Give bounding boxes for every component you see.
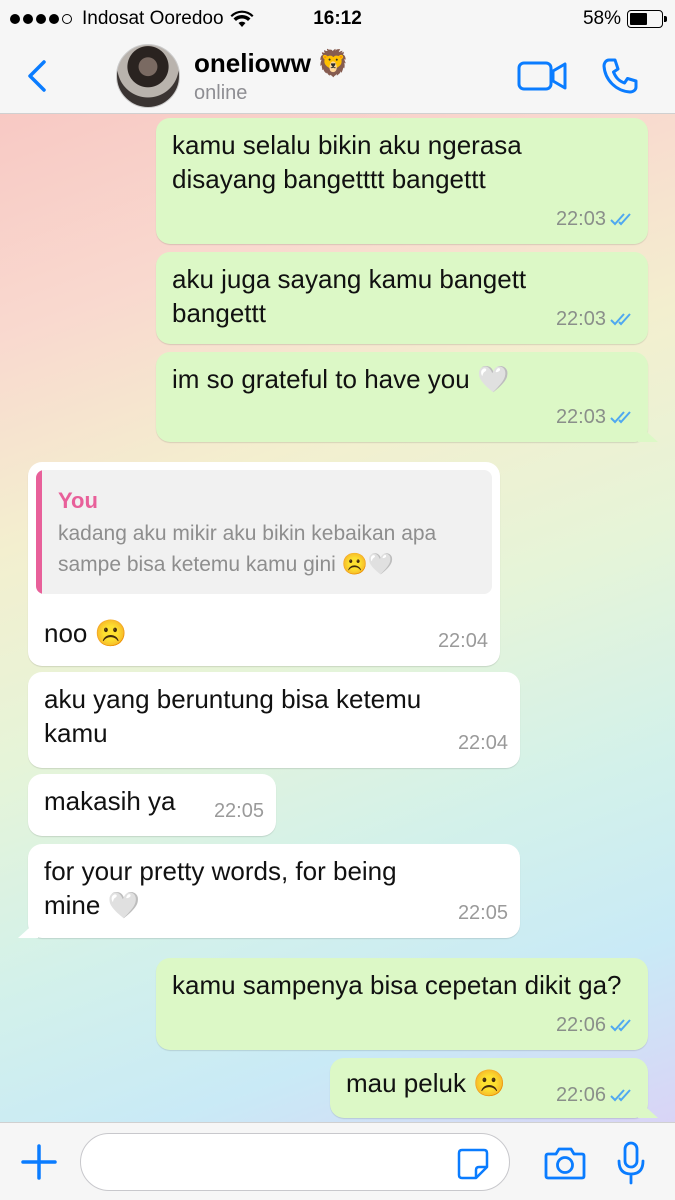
read-ticks-icon <box>610 1089 631 1102</box>
message-bubble-incoming[interactable]: makasih ya 22:05 <box>28 774 276 836</box>
message-bubble-outgoing[interactable]: aku juga sayang kamu bangett bangettt 22… <box>156 252 648 344</box>
message-bubble-outgoing[interactable]: kamu selalu bikin aku ngerasa disayang b… <box>156 118 648 244</box>
chat-header: onelioww 🦁 online <box>0 38 675 114</box>
microphone-icon[interactable] <box>616 1141 646 1185</box>
quote-author: You <box>58 488 98 513</box>
camera-icon[interactable] <box>544 1145 586 1181</box>
chat-area[interactable]: kamu selalu bikin aku ngerasa disayang b… <box>0 114 675 1122</box>
message-text: im so grateful to have you 🤍 <box>172 362 634 396</box>
message-meta: 22:03 <box>556 202 636 236</box>
status-bar: Indosat Ooredoo 16:12 58% <box>0 0 675 38</box>
message-bubble-incoming[interactable]: aku yang beruntung bisa ketemu kamu 22:0… <box>28 672 520 768</box>
quoted-reply[interactable]: You kadang aku mikir aku bikin kebaikan … <box>36 470 492 594</box>
contact-status: online <box>194 82 248 104</box>
read-ticks-icon <box>610 1019 631 1032</box>
message-bubble-incoming[interactable]: You kadang aku mikir aku bikin kebaikan … <box>28 462 500 666</box>
phone-call-icon[interactable] <box>600 56 640 96</box>
battery-percent: 58% <box>582 8 621 29</box>
message-time: 22:03 <box>555 406 606 428</box>
message-meta: 22:04 <box>458 726 508 760</box>
back-icon[interactable] <box>20 56 56 96</box>
message-time: 22:03 <box>555 208 606 230</box>
message-text: kamu sampenya bisa cepetan dikit ga? <box>172 970 622 1000</box>
quote-accent-bar <box>36 470 42 594</box>
message-time: 22:06 <box>555 1014 606 1036</box>
message-time: 22:03 <box>555 308 606 330</box>
message-text: for your pretty words, for being mine 🤍 <box>44 856 397 920</box>
message-text: aku yang beruntung bisa ketemu kamu <box>44 684 422 748</box>
message-bubble-incoming[interactable]: for your pretty words, for being mine 🤍 … <box>28 844 520 938</box>
message-meta: 22:05 <box>458 896 508 930</box>
contact-name-text: onelioww <box>194 48 311 78</box>
avatar[interactable] <box>116 44 180 108</box>
message-bubble-outgoing[interactable]: im so grateful to have you 🤍 22:03 <box>156 352 648 442</box>
message-time: 22:05 <box>457 902 508 924</box>
message-meta: 22:03 <box>556 302 636 336</box>
read-ticks-icon <box>610 213 631 226</box>
video-call-icon[interactable] <box>516 58 568 94</box>
composer-bar <box>0 1122 675 1200</box>
message-meta: 22:06 <box>556 1078 636 1112</box>
quote-text: kadang aku mikir aku bikin kebaikan apa … <box>58 522 437 576</box>
message-time: 22:04 <box>457 732 508 754</box>
message-meta: 22:06 <box>556 1008 636 1042</box>
read-ticks-icon <box>610 313 631 326</box>
lion-emoji: 🦁 <box>317 48 350 79</box>
message-time: 22:05 <box>213 800 264 822</box>
message-text: kamu selalu bikin aku ngerasa disayang b… <box>172 130 522 194</box>
message-meta: 22:04 <box>438 624 488 658</box>
message-meta: 22:03 <box>556 400 636 434</box>
message-input[interactable] <box>80 1133 510 1191</box>
message-meta: 22:05 <box>214 794 264 828</box>
battery-icon <box>627 10 667 28</box>
message-bubble-outgoing[interactable]: kamu sampenya bisa cepetan dikit ga? 22:… <box>156 958 648 1050</box>
message-text-content: im so grateful to have you 🤍 <box>172 364 510 394</box>
message-time: 22:04 <box>437 630 488 652</box>
sticker-icon[interactable] <box>456 1147 490 1181</box>
message-bubble-outgoing[interactable]: mau peluk ☹️ 22:06 <box>330 1058 648 1118</box>
message-time: 22:06 <box>555 1084 606 1106</box>
message-text: noo ☹️ <box>44 618 127 648</box>
status-time: 16:12 <box>313 8 362 29</box>
read-ticks-icon <box>610 411 631 424</box>
plus-icon[interactable] <box>20 1143 58 1181</box>
battery-fill <box>630 13 648 25</box>
message-text: aku juga sayang kamu bangett bangettt <box>172 264 527 328</box>
contact-name[interactable]: onelioww 🦁 <box>194 48 349 79</box>
status-right: 58% <box>582 8 667 30</box>
